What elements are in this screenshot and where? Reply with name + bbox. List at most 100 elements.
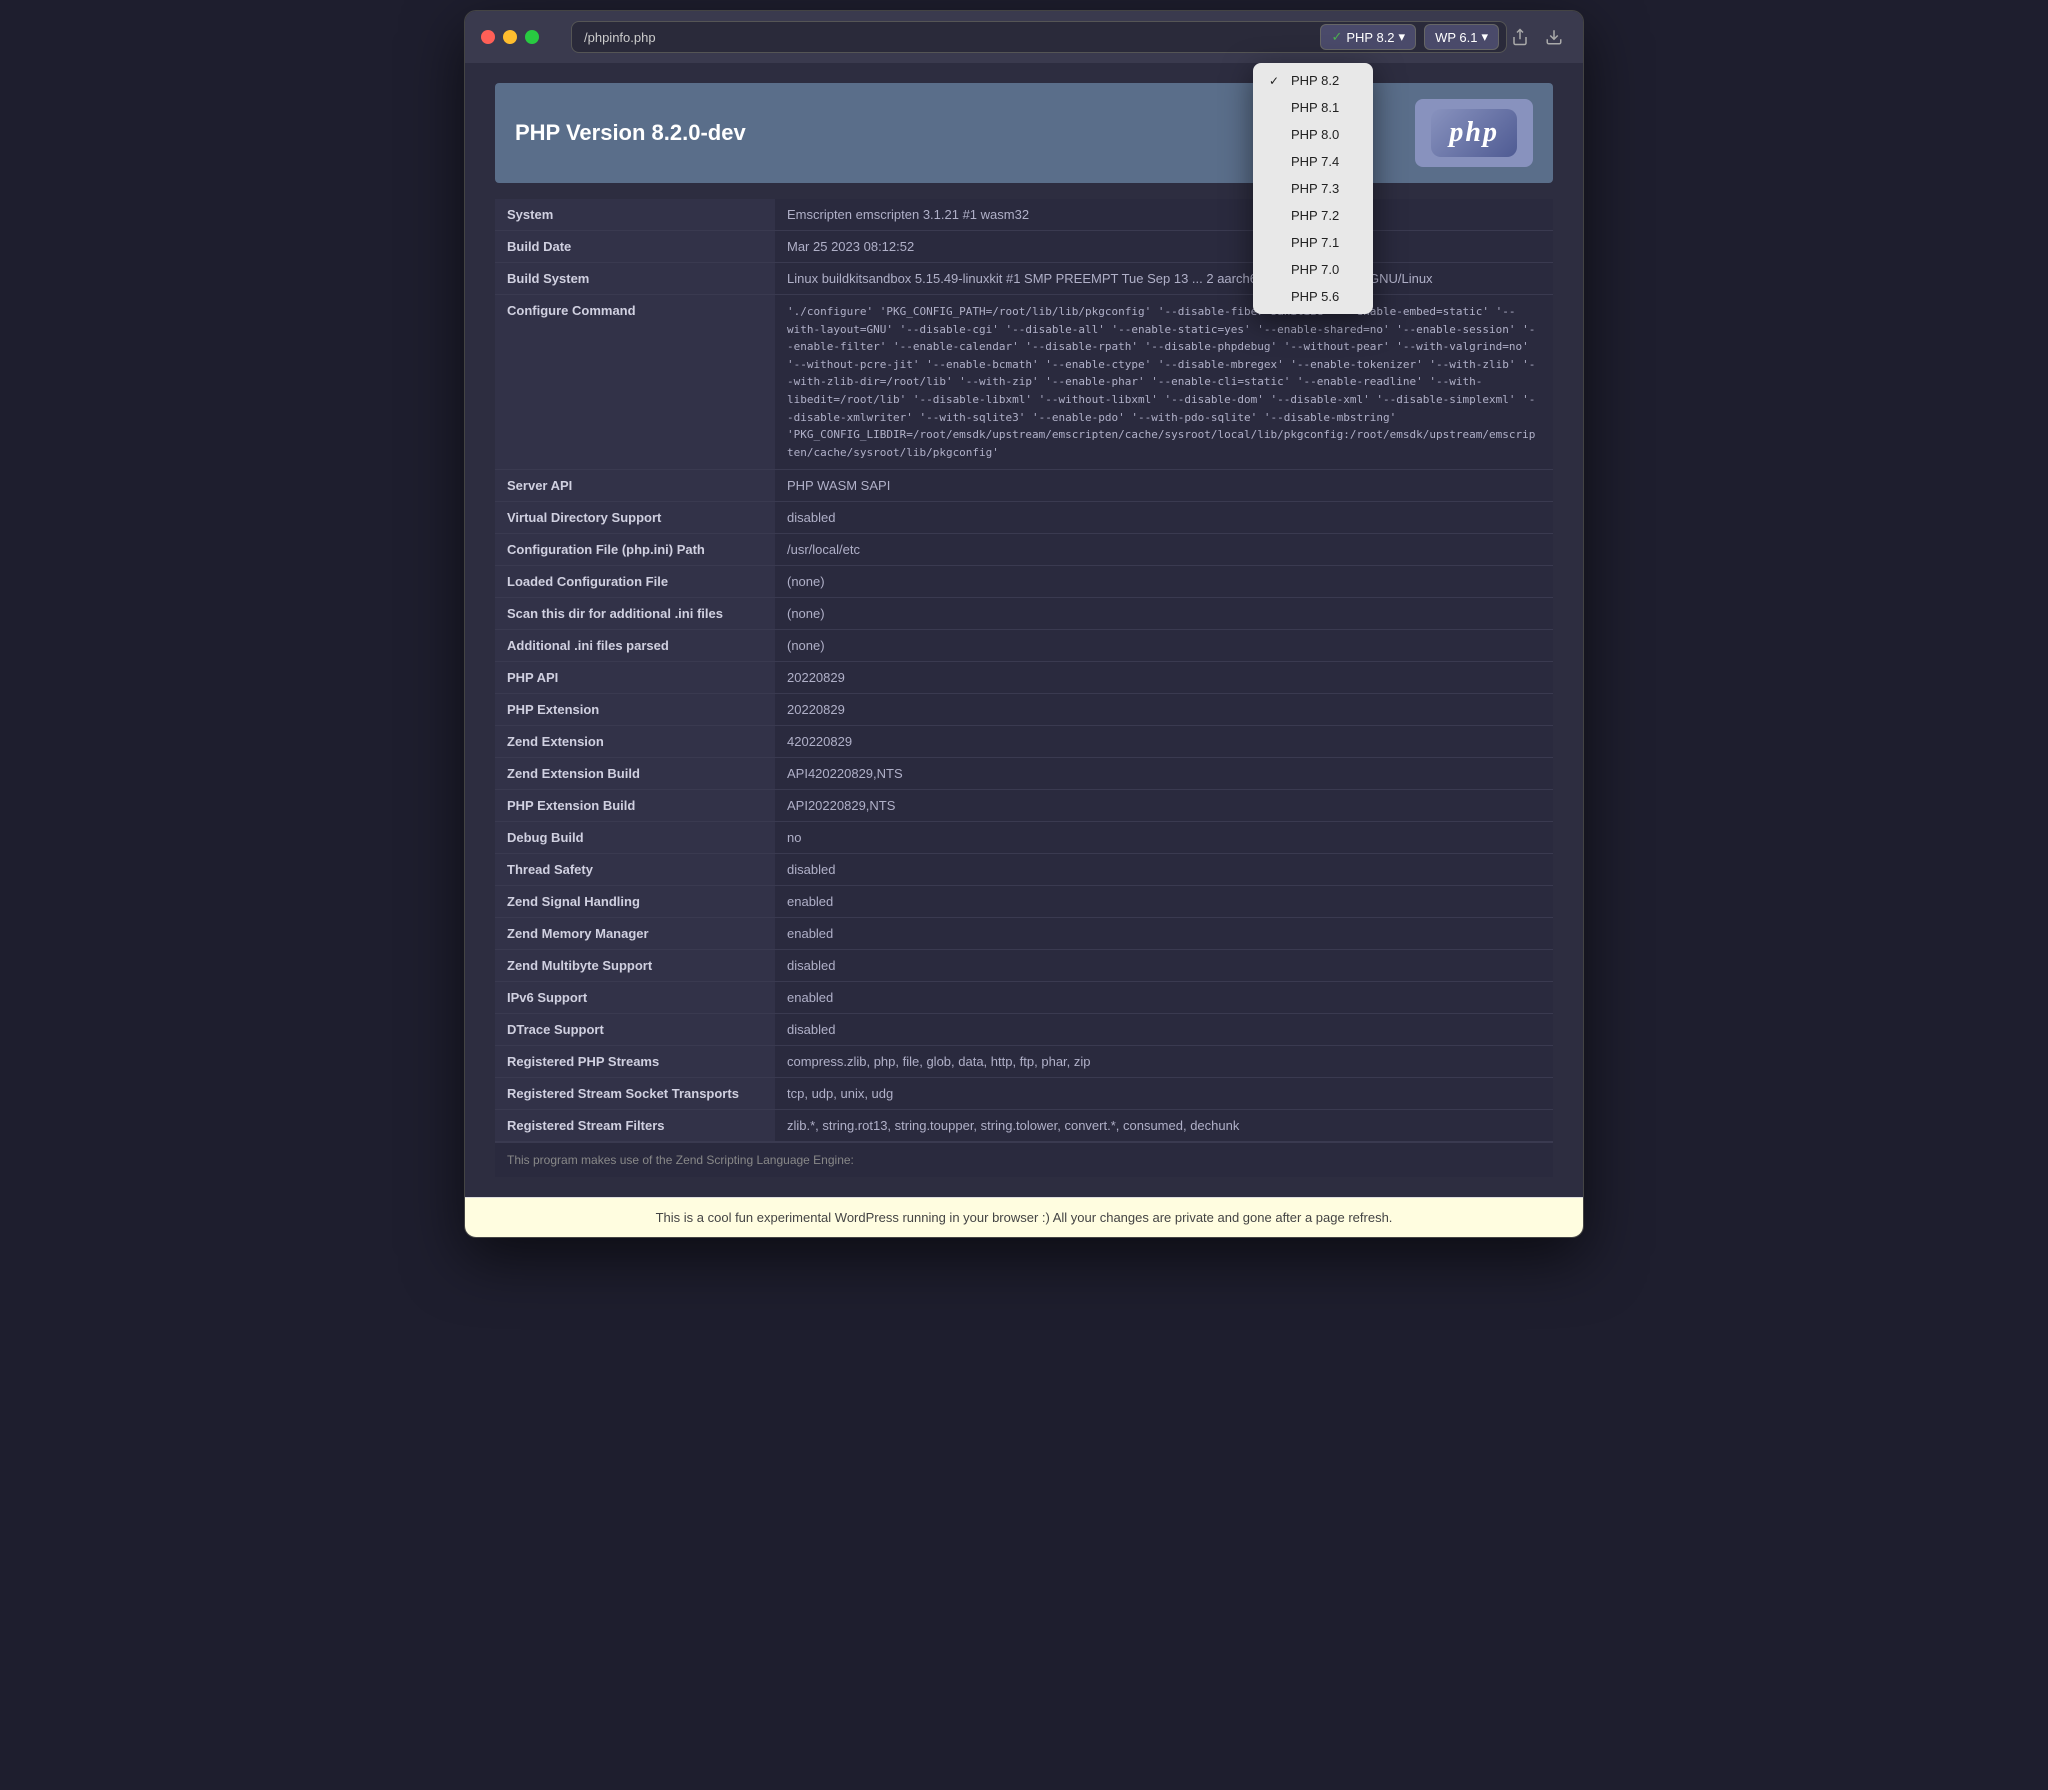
dropdown-item-label: PHP 8.0 <box>1291 127 1339 142</box>
row-value: disabled <box>775 502 1553 534</box>
row-label: PHP Extension <box>495 694 775 726</box>
table-row: PHP Extension20220829 <box>495 694 1553 726</box>
table-row: Zend Memory Managerenabled <box>495 918 1553 950</box>
row-value: Linux buildkitsandbox 5.15.49-linuxkit #… <box>775 263 1553 295</box>
row-label: PHP Extension Build <box>495 790 775 822</box>
table-row: Scan this dir for additional .ini files(… <box>495 598 1553 630</box>
row-label: Configure Command <box>495 295 775 470</box>
row-value: './configure' 'PKG_CONFIG_PATH=/root/lib… <box>775 295 1553 470</box>
row-value: enabled <box>775 982 1553 1014</box>
php-info-table: SystemEmscripten emscripten 3.1.21 #1 wa… <box>495 199 1553 1142</box>
table-row: Thread Safetydisabled <box>495 854 1553 886</box>
table-row: Virtual Directory Supportdisabled <box>495 502 1553 534</box>
row-label: Additional .ini files parsed <box>495 630 775 662</box>
table-row: DTrace Supportdisabled <box>495 1014 1553 1046</box>
dropdown-item-php81[interactable]: PHP 8.1 <box>1253 94 1373 121</box>
row-label: Virtual Directory Support <box>495 502 775 534</box>
php-logo-text: php <box>1431 109 1517 157</box>
table-row: Build SystemLinux buildkitsandbox 5.15.4… <box>495 263 1553 295</box>
row-value: zlib.*, string.rot13, string.toupper, st… <box>775 1110 1553 1142</box>
dropdown-item-php82[interactable]: ✓ PHP 8.2 <box>1253 67 1373 94</box>
bottom-bar: This is a cool fun experimental WordPres… <box>465 1197 1583 1237</box>
table-row: PHP API20220829 <box>495 662 1553 694</box>
table-row: Zend Extension BuildAPI420220829,NTS <box>495 758 1553 790</box>
main-content: PHP Version 8.2.0-dev php SystemEmscript… <box>465 63 1583 1197</box>
table-row: Zend Signal Handlingenabled <box>495 886 1553 918</box>
row-label: Zend Extension Build <box>495 758 775 790</box>
dropdown-item-php71[interactable]: PHP 7.1 <box>1253 229 1373 256</box>
row-value: API20220829,NTS <box>775 790 1553 822</box>
php-logo: php <box>1415 99 1533 167</box>
row-label: PHP API <box>495 662 775 694</box>
row-label: Scan this dir for additional .ini files <box>495 598 775 630</box>
row-label: Build System <box>495 263 775 295</box>
php-version-dropdown[interactable]: ✓ PHP 8.2 ▾ <box>1320 24 1416 50</box>
row-label: Zend Extension <box>495 726 775 758</box>
table-row: Additional .ini files parsed(none) <box>495 630 1553 662</box>
dropdown-item-label: PHP 7.3 <box>1291 181 1339 196</box>
wp-version-button[interactable]: WP 6.1 ▾ <box>1424 24 1499 50</box>
checkmark-icon: ✓ <box>1331 29 1342 45</box>
row-label: Server API <box>495 470 775 502</box>
table-row: PHP Extension BuildAPI20220829,NTS <box>495 790 1553 822</box>
bottom-bar-text: This is a cool fun experimental WordPres… <box>656 1210 1393 1225</box>
row-value: 20220829 <box>775 662 1553 694</box>
dropdown-item-php80[interactable]: PHP 8.0 <box>1253 121 1373 148</box>
table-row: Server APIPHP WASM SAPI <box>495 470 1553 502</box>
row-value: disabled <box>775 950 1553 982</box>
dropdown-item-label: PHP 5.6 <box>1291 289 1339 304</box>
dropdown-item-label: PHP 7.4 <box>1291 154 1339 169</box>
row-label: Zend Memory Manager <box>495 918 775 950</box>
row-label: Configuration File (php.ini) Path <box>495 534 775 566</box>
php-header: PHP Version 8.2.0-dev php <box>495 83 1553 183</box>
close-button[interactable] <box>481 30 495 44</box>
dropdown-item-php73[interactable]: PHP 7.3 <box>1253 175 1373 202</box>
table-row: Configure Command'./configure' 'PKG_CONF… <box>495 295 1553 470</box>
dropdown-item-php74[interactable]: PHP 7.4 <box>1253 148 1373 175</box>
footer-text: This program makes use of the Zend Scrip… <box>507 1153 854 1167</box>
row-label: System <box>495 199 775 231</box>
titlebar-controls: ✓ PHP 8.2 ▾ WP 6.1 ▾ <box>1320 24 1567 50</box>
maximize-button[interactable] <box>525 30 539 44</box>
dropdown-item-label: PHP 7.2 <box>1291 208 1339 223</box>
dropdown-item-php72[interactable]: PHP 7.2 <box>1253 202 1373 229</box>
dropdown-item-label: PHP 7.1 <box>1291 235 1339 250</box>
row-label: Thread Safety <box>495 854 775 886</box>
row-value: /usr/local/etc <box>775 534 1553 566</box>
row-value: tcp, udp, unix, udg <box>775 1078 1553 1110</box>
row-value: (none) <box>775 598 1553 630</box>
row-value: 20220829 <box>775 694 1553 726</box>
table-row: Loaded Configuration File(none) <box>495 566 1553 598</box>
row-label: Zend Signal Handling <box>495 886 775 918</box>
table-row: Registered Stream Socket Transportstcp, … <box>495 1078 1553 1110</box>
table-row: Configuration File (php.ini) Path/usr/lo… <box>495 534 1553 566</box>
dropdown-item-label: PHP 7.0 <box>1291 262 1339 277</box>
table-row: SystemEmscripten emscripten 3.1.21 #1 wa… <box>495 199 1553 231</box>
row-value: PHP WASM SAPI <box>775 470 1553 502</box>
row-label: Zend Multibyte Support <box>495 950 775 982</box>
row-label: Registered PHP Streams <box>495 1046 775 1078</box>
dropdown-item-php70[interactable]: PHP 7.0 <box>1253 256 1373 283</box>
row-value: Emscripten emscripten 3.1.21 #1 wasm32 <box>775 199 1553 231</box>
table-row: IPv6 Supportenabled <box>495 982 1553 1014</box>
titlebar: /phpinfo.php ✓ PHP 8.2 ▾ WP 6.1 ▾ <box>465 11 1583 63</box>
row-label: Registered Stream Filters <box>495 1110 775 1142</box>
row-value: API420220829,NTS <box>775 758 1553 790</box>
dropdown-item-php56[interactable]: PHP 5.6 <box>1253 283 1373 310</box>
table-row: Registered PHP Streamscompress.zlib, php… <box>495 1046 1553 1078</box>
row-value: Mar 25 2023 08:12:52 <box>775 231 1553 263</box>
table-row: Debug Buildno <box>495 822 1553 854</box>
php-version-label: PHP 8.2 <box>1346 30 1394 45</box>
table-row: Registered Stream Filterszlib.*, string.… <box>495 1110 1553 1142</box>
chevron-down-icon: ▾ <box>1399 29 1406 45</box>
dropdown-item-label: PHP 8.1 <box>1291 100 1339 115</box>
minimize-button[interactable] <box>503 30 517 44</box>
browser-window: /phpinfo.php ✓ PHP 8.2 ▾ WP 6.1 ▾ <box>464 10 1584 1238</box>
php-version-title: PHP Version 8.2.0-dev <box>515 120 746 146</box>
row-label: Debug Build <box>495 822 775 854</box>
download-button[interactable] <box>1541 24 1567 50</box>
row-label: IPv6 Support <box>495 982 775 1014</box>
table-row: Build DateMar 25 2023 08:12:52 <box>495 231 1553 263</box>
share-button[interactable] <box>1507 24 1533 50</box>
footer-note: This program makes use of the Zend Scrip… <box>495 1142 1553 1177</box>
